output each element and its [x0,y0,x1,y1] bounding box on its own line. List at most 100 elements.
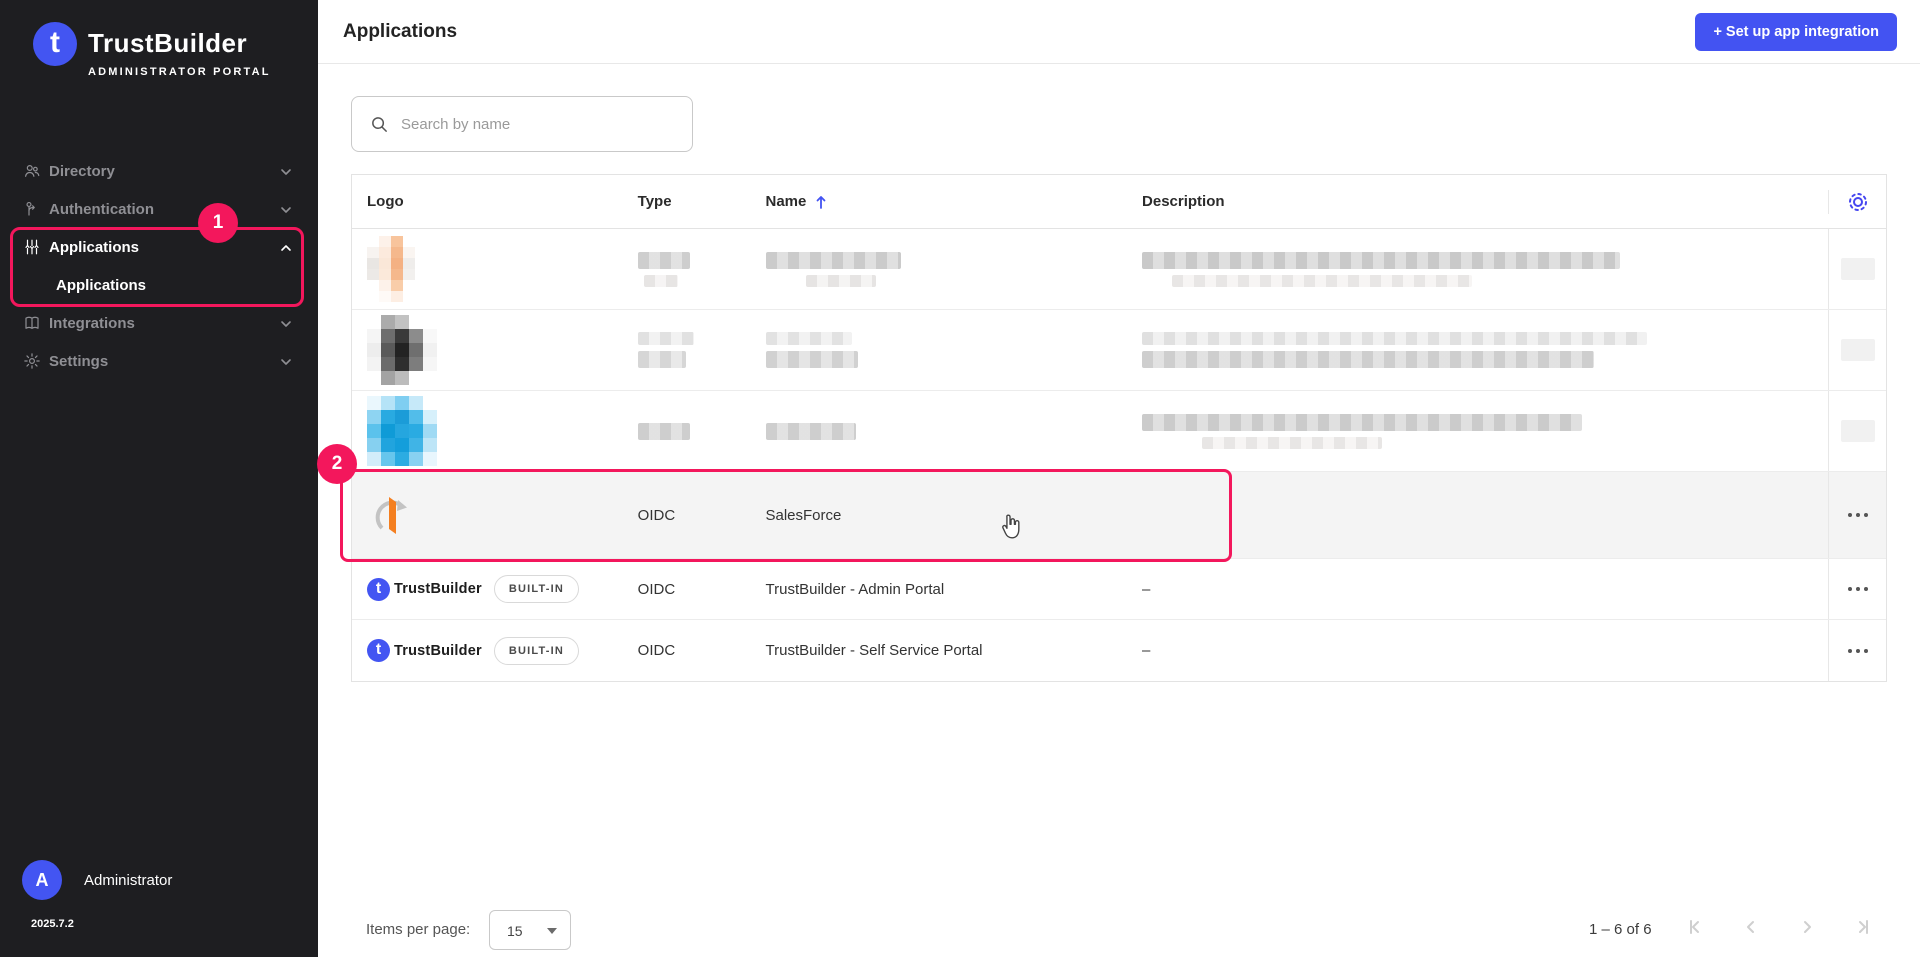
user-name: Administrator [84,872,172,889]
row-actions-button[interactable] [1842,507,1874,523]
chevron-up-icon [280,241,292,253]
avatar: A [22,860,62,900]
search-box[interactable] [351,96,693,152]
sidebar-item-applications[interactable]: Applications [0,228,318,266]
sliders-icon [23,238,41,256]
sidebar-item-label: Directory [49,163,115,180]
redacted-text [1142,332,1647,345]
sidebar-item-label: Authentication [49,201,154,218]
brand-subtitle: ADMINISTRATOR PORTAL [88,66,271,78]
search-input[interactable] [401,116,671,133]
items-per-page-label: Items per page: [366,921,470,938]
page-title: Applications [343,21,457,43]
row-actions-button[interactable] [1842,581,1874,597]
auth-flow-icon [23,200,41,218]
last-page-button[interactable] [1849,913,1877,941]
chevron-down-icon [280,317,292,329]
row-actions-button[interactable] [1842,643,1874,659]
trustbuilder-logo-icon: t [367,578,390,601]
sidebar-subitem-label: Applications [56,277,146,294]
applications-table: Logo Type Name Description [351,174,1887,682]
app-description: – [1127,620,1828,681]
salesforce-app-logo-icon [367,490,417,540]
table-row[interactable] [352,391,1886,472]
table-row[interactable] [352,310,1886,391]
redacted-actions [1841,258,1875,280]
version-label: 2025.7.2 [31,918,74,930]
chevron-down-icon [280,355,292,367]
redacted-actions [1841,339,1875,361]
redacted-text [1142,414,1582,431]
previous-page-button[interactable] [1737,913,1765,941]
table-settings-button[interactable] [1828,190,1886,214]
redacted-text [766,423,856,440]
people-icon [23,162,41,180]
column-header-type[interactable]: Type [623,193,751,210]
redacted-text [638,423,690,440]
chevron-down-icon [280,203,292,215]
redacted-app-logo [367,396,437,466]
pagination-bar: Items per page: 15 1 – 6 of 6 [351,905,1887,955]
table-row-self-service-portal[interactable]: t TrustBuilder BUILT-IN OIDC TrustBuilde… [352,620,1886,681]
ellipsis-icon [1848,513,1852,517]
user-block[interactable]: A Administrator [22,860,172,900]
book-icon [23,314,41,332]
sort-ascending-icon [814,194,828,210]
brand-name: TrustBuilder [88,28,247,59]
table-header-row: Logo Type Name Description [352,175,1886,229]
first-page-button[interactable] [1681,913,1709,941]
search-icon [370,115,389,134]
table-row-admin-portal[interactable]: t TrustBuilder BUILT-IN OIDC TrustBuilde… [352,559,1886,620]
column-header-logo[interactable]: Logo [352,193,623,210]
caret-down-icon [547,928,557,934]
redacted-app-logo [367,236,415,302]
redacted-text [638,252,690,269]
sidebar-item-integrations[interactable]: Integrations [0,304,318,342]
app-type: OIDC [623,620,751,681]
sidebar: t TrustBuilder ADMINISTRATOR PORTAL Dire… [0,0,318,957]
app-name: SalesForce [751,472,1128,558]
trustbuilder-logo-icon: t [367,639,390,662]
trustbuilder-logo-text: TrustBuilder [394,643,482,659]
ellipsis-icon [1848,587,1852,591]
table-row-salesforce[interactable]: OIDC SalesForce [352,472,1886,559]
sidebar-item-label: Integrations [49,315,135,332]
redacted-text [766,332,852,345]
topbar: Applications + Set up app integration [318,0,1920,64]
sidebar-item-authentication[interactable]: Authentication [0,190,318,228]
gear-icon [23,352,41,370]
sidebar-item-label: Settings [49,353,108,370]
trustbuilder-logo-text: TrustBuilder [394,581,482,597]
ellipsis-icon [1848,649,1852,653]
sidebar-nav: Directory Authentication Applications [0,152,318,380]
trustbuilder-app-logo: t TrustBuilder [367,578,482,601]
sidebar-item-settings[interactable]: Settings [0,342,318,380]
redacted-text [638,332,694,345]
next-page-button[interactable] [1793,913,1821,941]
pagination-range-label: 1 – 6 of 6 [1589,921,1652,938]
table-row[interactable] [352,229,1886,310]
chevron-down-icon [280,165,292,177]
trustbuilder-logo-icon: t [33,22,77,66]
column-header-name[interactable]: Name [751,193,1128,210]
gear-icon [1846,190,1870,214]
column-header-name-label: Name [766,193,807,210]
redacted-actions [1841,420,1875,442]
column-header-description[interactable]: Description [1127,193,1828,210]
items-per-page-value: 15 [507,923,523,939]
app-description: – [1127,559,1828,619]
set-up-app-integration-button[interactable]: + Set up app integration [1695,13,1897,51]
app-type: OIDC [623,559,751,619]
built-in-badge: BUILT-IN [494,575,579,603]
sidebar-item-directory[interactable]: Directory [0,152,318,190]
trustbuilder-app-logo: t TrustBuilder [367,639,482,662]
redacted-app-logo [367,315,437,385]
items-per-page-select[interactable]: 15 [489,910,571,950]
app-type: OIDC [623,472,751,558]
app-name: TrustBuilder - Self Service Portal [751,620,1128,681]
app-description [1127,472,1828,558]
app-name: TrustBuilder - Admin Portal [751,559,1128,619]
sidebar-subitem-applications[interactable]: Applications [0,266,318,304]
built-in-badge: BUILT-IN [494,637,579,665]
redacted-text [766,252,901,269]
